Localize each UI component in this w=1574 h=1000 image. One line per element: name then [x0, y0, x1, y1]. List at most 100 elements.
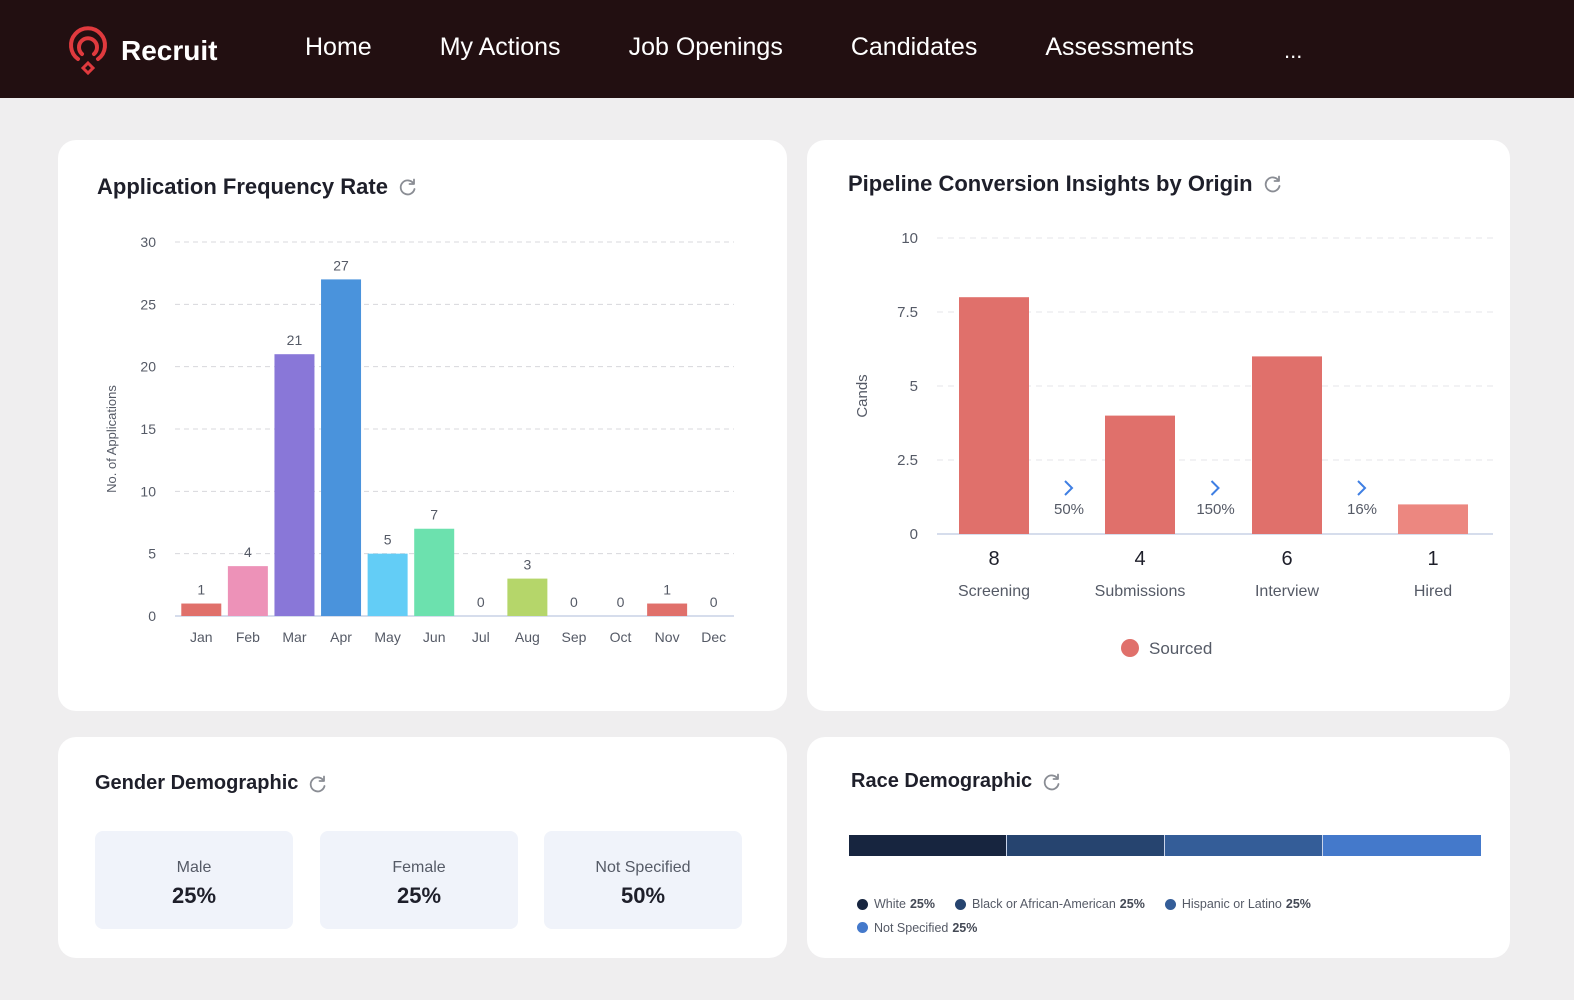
chevron-right-icon: [1064, 480, 1074, 496]
recruit-logo-icon: [69, 26, 107, 75]
x-tick-label: Aug: [515, 629, 540, 645]
race-legend-item: Not Specified 25%: [857, 917, 977, 939]
nav-more-button[interactable]: ...: [1284, 38, 1302, 64]
x-tick-label: Jan: [190, 629, 213, 645]
race-segment[interactable]: [1007, 835, 1165, 856]
stage-count: 4: [1134, 548, 1145, 570]
race-title: Race Demographic: [851, 770, 1033, 792]
card-title: Gender Demographic: [95, 772, 328, 795]
gender-label: Female: [392, 859, 446, 876]
race-segment[interactable]: [849, 835, 1007, 856]
x-tick-label: Interview: [1255, 583, 1319, 600]
gender-stat-not-specified: Not Specified 50%: [544, 831, 742, 929]
app-logo[interactable]: Recruit: [66, 25, 217, 75]
legend-dot-icon: [954, 898, 966, 910]
bar-submissions: [1105, 415, 1175, 534]
x-tick-label: Oct: [610, 629, 632, 645]
race-legend-item: Hispanic or Latino 25%: [1164, 893, 1311, 915]
x-tick-label: Submissions: [1095, 583, 1186, 600]
data-label: 0: [477, 594, 485, 610]
data-label: 3: [523, 557, 531, 573]
data-label: 7: [430, 507, 438, 523]
conversion-rate: 16%: [1347, 501, 1377, 518]
stage-count: 1: [1427, 548, 1438, 570]
nav-my-actions[interactable]: My Actions: [440, 33, 561, 62]
bar-nov: [647, 603, 688, 616]
y-tick-label: 0: [148, 608, 156, 624]
y-tick-label: 15: [140, 421, 156, 437]
bar-interview: [1252, 356, 1322, 534]
gender-stat-female: Female 25%: [320, 831, 518, 929]
x-tick-label: Dec: [701, 629, 726, 645]
race-legend-item: Black or African-American 25%: [954, 893, 1145, 915]
pipeline-conversion-card: Pipeline Conversion Insights by Origin 0…: [807, 140, 1510, 711]
gender-label: Male: [176, 859, 212, 876]
card-title: Race Demographic: [851, 770, 1062, 793]
chevron-right-icon: [1357, 480, 1367, 496]
bar-aug: [507, 578, 548, 616]
application-frequency-chart: 051015202530No. of Applications1Jan4Feb2…: [104, 234, 734, 645]
pipeline-conversion-chart: 0 2.5 5 7.5 10 Cands 8 Screening 4 Submissions 6 In…: [854, 230, 1493, 658]
nav-home[interactable]: Home: [305, 33, 372, 62]
race-stacked-bar: [849, 835, 1481, 856]
race-segment[interactable]: [1323, 835, 1481, 856]
x-tick-label: May: [374, 629, 400, 645]
x-tick-label: Screening: [958, 583, 1030, 600]
refresh-icon[interactable]: [308, 774, 328, 794]
bar-jun: [414, 528, 455, 616]
data-label: 4: [244, 544, 252, 560]
race-legend-value: 25%: [952, 920, 978, 935]
y-tick-label: 30: [140, 234, 156, 250]
gender-label: Not Specified: [595, 859, 691, 876]
bar-screening: [959, 297, 1029, 534]
x-tick-label: Sep: [561, 629, 586, 645]
nav-job-openings[interactable]: Job Openings: [629, 33, 783, 62]
bar-may: [367, 553, 408, 616]
race-segment[interactable]: [1165, 835, 1323, 856]
stage-count: 6: [1281, 548, 1292, 570]
gender-demographic-card: Gender Demographic Male 25% Female 25% N…: [58, 737, 787, 958]
data-label: 0: [570, 594, 578, 610]
bar-hired: [1398, 504, 1468, 534]
y-tick-label: 5: [148, 546, 156, 562]
y-axis-title: No. of Applications: [104, 385, 119, 493]
data-label: 0: [710, 594, 718, 610]
data-label: 5: [384, 532, 392, 548]
application-frequency-card: Application Frequency Rate 0 5 10 15 20 25 30 N…: [58, 140, 787, 711]
refresh-icon[interactable]: [1042, 772, 1062, 792]
race-legend-label: Black or African-American: [971, 897, 1116, 911]
race-legend-value: 25%: [909, 897, 935, 911]
x-tick-label: Feb: [236, 629, 260, 645]
bar-feb: [227, 566, 268, 616]
chevron-right-icon: [1210, 480, 1220, 496]
gender-title: Gender Demographic: [95, 772, 299, 794]
y-tick-label: 2.5: [897, 452, 918, 469]
nav-candidates[interactable]: Candidates: [851, 33, 977, 62]
x-tick-label: Hired: [1414, 583, 1452, 600]
y-tick-label: 10: [140, 483, 156, 499]
legend-dot-icon: [857, 898, 868, 910]
x-tick-label: Jun: [423, 629, 446, 645]
conversion-rate: 150%: [1196, 501, 1234, 518]
x-tick-label: Mar: [282, 629, 306, 645]
data-label: 0: [617, 594, 625, 610]
gender-value: 25%: [396, 883, 442, 908]
bar-jan: [181, 603, 222, 616]
stage-count: 8: [988, 548, 999, 570]
gender-value: 50%: [620, 883, 666, 908]
data-label: 27: [333, 257, 349, 273]
y-tick-label: 20: [140, 359, 156, 375]
legend-label: Sourced: [1149, 639, 1212, 658]
top-navigation-bar: Recruit Home My Actions Job Openings Can…: [0, 0, 1574, 98]
data-label: 1: [197, 582, 205, 598]
race-legend-label: Not Specified: [874, 920, 949, 935]
y-tick-label: 5: [910, 378, 918, 395]
y-tick-label: 7.5: [897, 304, 918, 321]
race-legend-item: White 25%: [857, 893, 935, 915]
bar-mar: [274, 354, 315, 616]
data-label: 21: [287, 332, 303, 348]
race-legend-label: Hispanic or Latino: [1181, 897, 1282, 911]
app-name: Recruit: [121, 35, 218, 66]
legend-dot-icon: [857, 922, 868, 933]
nav-assessments[interactable]: Assessments: [1045, 33, 1194, 62]
